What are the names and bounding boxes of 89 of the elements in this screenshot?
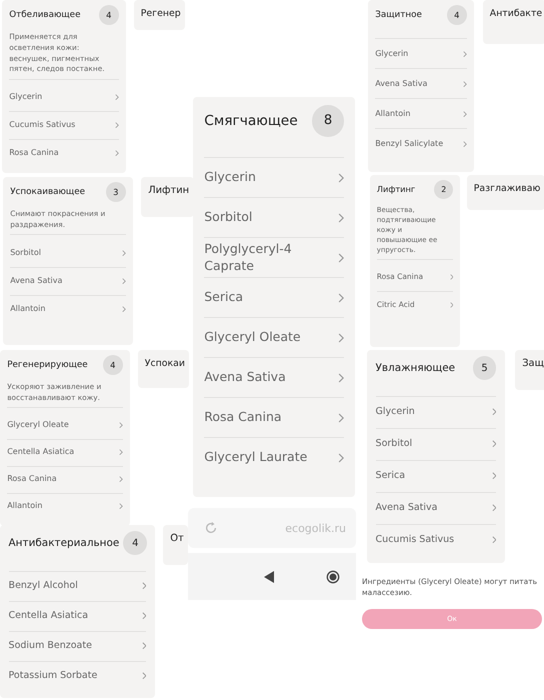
ingredient-item[interactable]: Potassium Sorbate xyxy=(8,662,146,691)
ingredient-item[interactable]: Centella Asiatica xyxy=(8,602,146,632)
ingredient-item[interactable]: Cucumis Sativus xyxy=(376,524,496,556)
ingredient-item[interactable]: Glycerin xyxy=(9,84,119,112)
category-card[interactable]: Разглаживаю xyxy=(467,175,544,210)
category-card[interactable]: От xyxy=(163,525,188,565)
chevron-icon xyxy=(114,150,119,157)
chevron-icon xyxy=(462,110,467,118)
ingredient-item[interactable]: Rosa Canina xyxy=(204,398,344,438)
ingredient-item[interactable]: Sorbitol xyxy=(376,428,496,461)
back-icon[interactable] xyxy=(262,570,276,584)
chevron-icon xyxy=(462,140,467,148)
url-text: ecogolik.ru xyxy=(285,522,346,534)
chevron-icon xyxy=(122,278,126,284)
ingredient-item[interactable]: Glycerin xyxy=(376,396,496,429)
chevron-icon xyxy=(118,503,123,510)
ingredient-item[interactable]: Avena Sativa xyxy=(10,268,126,296)
chevron-icon xyxy=(338,212,344,222)
chevron-icon xyxy=(142,672,146,680)
category-card[interactable]: Регенер xyxy=(134,0,185,30)
ingredient-item[interactable]: Rosa Canina xyxy=(9,140,119,167)
ingredient-item[interactable]: Sorbitol xyxy=(204,198,344,238)
chevron-icon xyxy=(462,50,467,58)
chevron-icon xyxy=(492,536,496,544)
chevron-icon xyxy=(462,80,467,88)
count-badge: 8 xyxy=(312,105,344,136)
ingredient-item[interactable]: Glyceryl Oleate xyxy=(204,318,344,358)
chevron-icon xyxy=(450,274,454,280)
chevron-icon xyxy=(338,452,344,462)
category-title: Отбеливающее xyxy=(9,10,81,20)
chevron-icon xyxy=(338,412,344,422)
chevron-icon xyxy=(118,449,123,456)
chevron-icon xyxy=(492,408,496,416)
ingredient-item[interactable]: Benzyl Salicylate xyxy=(375,129,467,158)
count-badge: 4 xyxy=(123,531,148,555)
ingredient-item[interactable]: Avena Sativa xyxy=(204,358,344,398)
ingredient-item[interactable]: Glyceryl Laurate xyxy=(204,438,344,477)
ingredient-item[interactable]: Glycerin xyxy=(375,39,467,70)
ingredient-item[interactable]: Serica xyxy=(376,460,496,493)
ingredient-item[interactable]: Cucumis Sativus xyxy=(9,112,119,140)
category-card[interactable]: Успокаи xyxy=(138,350,190,388)
category-card[interactable]: Защ xyxy=(515,350,544,390)
ingredient-item[interactable]: Avena Sativa xyxy=(375,69,467,100)
ingredient-item[interactable]: Glyceryl Oleate xyxy=(7,412,123,440)
count-badge: 3 xyxy=(106,182,126,202)
chevron-icon xyxy=(142,612,146,620)
chevron-icon xyxy=(338,252,344,262)
chevron-icon xyxy=(450,302,454,308)
chevron-icon xyxy=(142,642,146,650)
category-card[interactable]: Лифтин xyxy=(141,177,194,217)
ingredient-item[interactable]: Allantoin xyxy=(375,99,467,130)
chevron-icon xyxy=(122,250,126,256)
chevron-icon xyxy=(142,582,146,590)
chevron-icon xyxy=(118,476,123,483)
category-title: Лифтинг xyxy=(376,184,416,194)
ingredient-item[interactable]: Benzyl Alcohol xyxy=(8,572,146,602)
count-badge: 4 xyxy=(102,355,123,376)
chevron-icon xyxy=(338,292,344,302)
ingredient-item[interactable]: Polyglyceryl-4 Caprate xyxy=(204,238,344,278)
category-title: Регенерирующее xyxy=(7,360,88,370)
ingredient-item[interactable]: Rosa Canina xyxy=(7,466,123,494)
category-title: Антибактериальное xyxy=(8,537,120,550)
ingredient-item[interactable]: Glycerin xyxy=(204,158,344,198)
category-card[interactable]: Антибакте xyxy=(483,0,544,44)
count-badge: 4 xyxy=(446,5,467,26)
ingredient-item[interactable]: Avena Sativa xyxy=(376,492,496,525)
chevron-icon xyxy=(338,172,344,182)
ingredient-item[interactable]: Sorbitol xyxy=(10,240,126,268)
chevron-icon xyxy=(338,332,344,342)
chevron-icon xyxy=(492,504,496,512)
chevron-icon xyxy=(114,122,119,129)
category-title: Защитное xyxy=(375,10,422,20)
chevron-icon xyxy=(118,422,123,429)
ingredient-item[interactable]: Allantoin xyxy=(7,494,123,520)
chevron-icon xyxy=(338,372,344,382)
count-badge: 5 xyxy=(472,356,496,380)
chevron-icon xyxy=(114,94,119,101)
chevron-icon xyxy=(122,306,126,312)
ingredient-item[interactable]: Serica xyxy=(204,278,344,318)
ingredient-item[interactable]: Sodium Benzoate xyxy=(8,632,146,662)
count-badge: 4 xyxy=(98,5,119,26)
home-icon[interactable] xyxy=(326,570,340,584)
chevron-icon xyxy=(492,440,496,448)
category-title: Успокаивающее xyxy=(10,187,86,198)
category-title: Смягчающее xyxy=(204,112,298,129)
ingredient-item[interactable]: Allantoin xyxy=(10,296,126,323)
ingredient-item[interactable]: Centella Asiatica xyxy=(7,440,123,467)
category-title: Увлажняющее xyxy=(376,362,456,374)
chevron-icon xyxy=(492,472,496,480)
